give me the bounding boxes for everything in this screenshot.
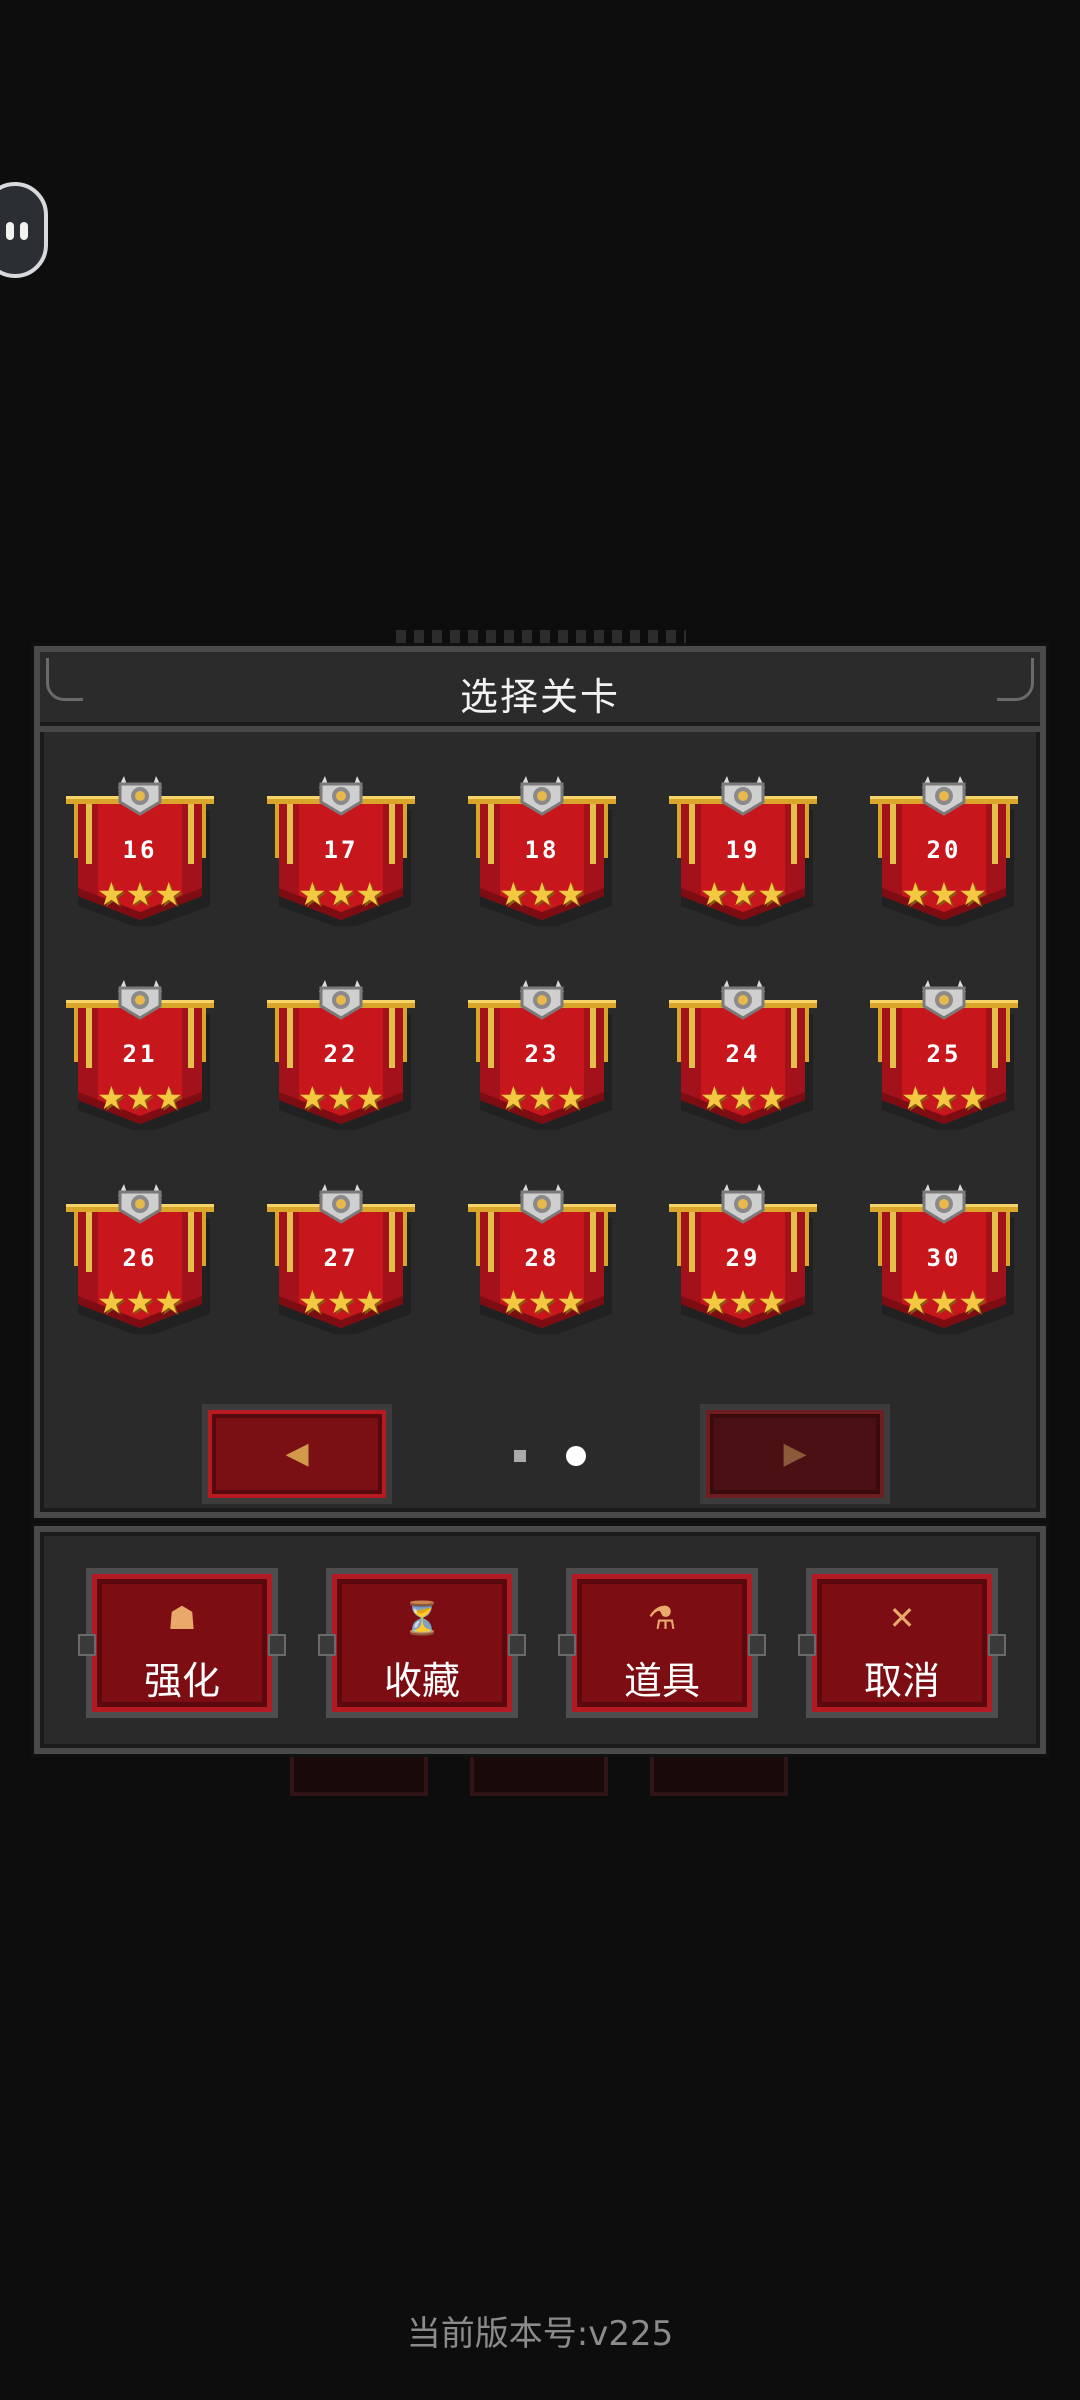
star-rating-icon: ★★★ (498, 1079, 586, 1117)
upgrade-label: 强化 (143, 1659, 220, 1703)
star-rating-icon: ★★★ (900, 1283, 988, 1321)
level-number: 20 (926, 836, 962, 864)
arrow-right-icon: ▶ (783, 1436, 807, 1471)
close-icon: ✕ (888, 1599, 916, 1637)
level-number: 29 (725, 1244, 761, 1272)
star-rating-icon: ★★★ (96, 1283, 184, 1321)
star-rating-icon: ★★★ (699, 875, 787, 913)
level-banner-18[interactable]: 18 ★★★ (466, 774, 618, 926)
star-rating-icon: ★★★ (96, 1079, 184, 1117)
floating-assistant-icon[interactable] (0, 182, 48, 278)
level-number: 16 (122, 836, 158, 864)
star-rating-icon: ★★★ (96, 875, 184, 913)
level-number: 28 (524, 1244, 560, 1272)
star-rating-icon: ★★★ (297, 1283, 385, 1321)
level-banner-23[interactable]: 23 ★★★ (466, 978, 618, 1130)
trophy-cup-icon: ⏳ (402, 1599, 442, 1637)
level-banner-17[interactable]: 17 ★★★ (265, 774, 417, 926)
level-banner-21[interactable]: 21 ★★★ (64, 978, 216, 1130)
level-banner-27[interactable]: 27 ★★★ (265, 1182, 417, 1334)
star-rating-icon: ★★★ (297, 1079, 385, 1117)
star-rating-icon: ★★★ (699, 1283, 787, 1321)
items-label: 道具 (623, 1659, 700, 1703)
level-number: 19 (725, 836, 761, 864)
level-number: 22 (323, 1040, 359, 1068)
assistant-eye (20, 222, 28, 240)
level-number: 23 (524, 1040, 560, 1068)
level-number: 26 (122, 1244, 158, 1272)
version-text: 当前版本号:v225 (406, 2314, 674, 2354)
level-banner-19[interactable]: 19 ★★★ (667, 774, 819, 926)
star-rating-icon: ★★★ (297, 875, 385, 913)
level-banner-30[interactable]: 30 ★★★ (868, 1182, 1020, 1334)
page-dot-2-active[interactable] (566, 1446, 586, 1466)
level-number: 25 (926, 1040, 962, 1068)
action-bar: ☗ 强化 ⏳ 收藏 ⚗ 道具 ✕ 取消 (34, 1526, 1046, 1754)
star-rating-icon: ★★★ (699, 1079, 787, 1117)
game-screen: 选择关卡 16 ★★★ 17 ★★★ 18 ★★★ 19 ★★★ 20 ★★★ … (0, 0, 1080, 2400)
level-banner-24[interactable]: 24 ★★★ (667, 978, 819, 1130)
page-dot-1[interactable] (514, 1450, 526, 1462)
upgrade-icon: ☗ (167, 1599, 197, 1637)
arrow-left-icon: ◀ (285, 1436, 309, 1471)
cancel-label: 取消 (863, 1659, 940, 1703)
level-banner-28[interactable]: 28 ★★★ (466, 1182, 618, 1334)
level-banner-22[interactable]: 22 ★★★ (265, 978, 417, 1130)
collection-label: 收藏 (383, 1659, 460, 1703)
level-number: 18 (524, 836, 560, 864)
star-rating-icon: ★★★ (498, 875, 586, 913)
potion-flask-icon: ⚗ (647, 1599, 677, 1637)
level-number: 17 (323, 836, 359, 864)
previous-page-button[interactable]: ◀ (202, 1404, 392, 1504)
level-banner-16[interactable]: 16 ★★★ (64, 774, 216, 926)
dialog-title: 选择关卡 (459, 675, 620, 719)
cancel-button[interactable]: ✕ 取消 (798, 1568, 1006, 1718)
star-rating-icon: ★★★ (498, 1283, 586, 1321)
level-number: 21 (122, 1040, 158, 1068)
collection-button[interactable]: ⏳ 收藏 (318, 1568, 526, 1718)
upgrade-button[interactable]: ☗ 强化 (78, 1568, 286, 1718)
next-page-button[interactable]: ▶ (700, 1404, 890, 1504)
star-rating-icon: ★★★ (900, 875, 988, 913)
level-banner-25[interactable]: 25 ★★★ (868, 978, 1020, 1130)
level-banner-20[interactable]: 20 ★★★ (868, 774, 1020, 926)
level-number: 24 (725, 1040, 761, 1068)
level-number: 30 (926, 1244, 962, 1272)
star-rating-icon: ★★★ (900, 1079, 988, 1117)
assistant-eye (6, 222, 14, 240)
dialog-title-bar: 选择关卡 (40, 652, 1040, 732)
level-select-dialog: 选择关卡 16 ★★★ 17 ★★★ 18 ★★★ 19 ★★★ 20 ★★★ … (34, 646, 1046, 1518)
level-banner-29[interactable]: 29 ★★★ (667, 1182, 819, 1334)
level-number: 27 (323, 1244, 359, 1272)
level-banner-26[interactable]: 26 ★★★ (64, 1182, 216, 1334)
level-grid: 16 ★★★ 17 ★★★ 18 ★★★ 19 ★★★ 20 ★★★ 21 ★★… (64, 774, 1024, 1334)
items-button[interactable]: ⚗ 道具 (558, 1568, 766, 1718)
